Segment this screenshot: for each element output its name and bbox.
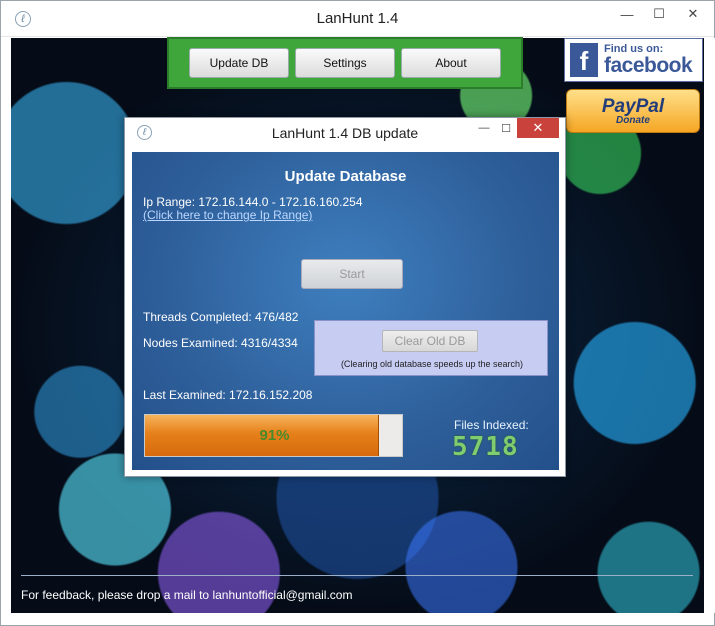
paypal-wordmark: PayPal (601, 95, 665, 117)
minimize-button[interactable]: — (612, 3, 642, 25)
about-button[interactable]: About (401, 48, 501, 78)
close-button[interactable]: ✕ (676, 3, 710, 25)
change-ip-range-link[interactable]: (Click here to change Ip Range) (143, 208, 312, 222)
clear-db-panel: Clear Old DB (Clearing old database spee… (314, 320, 548, 376)
dialog-title-bar[interactable]: ℓ LanHunt 1.4 DB update — ☐ ✕ (125, 118, 565, 148)
db-update-dialog: ℓ LanHunt 1.4 DB update — ☐ ✕ Update Dat… (124, 117, 566, 477)
top-nav-bar: Update DB Settings About (167, 37, 523, 89)
paypal-donate-button[interactable]: PayPal Donate (566, 89, 700, 133)
clear-old-db-button[interactable]: Clear Old DB (382, 330, 478, 352)
threads-completed-text: Threads Completed: 476/482 (143, 310, 299, 324)
start-button[interactable]: Start (301, 259, 403, 289)
files-indexed-count: 5718 (452, 432, 519, 462)
dialog-close-button[interactable]: ✕ (517, 118, 559, 138)
facebook-badge[interactable]: f Find us on: facebook (564, 38, 703, 82)
dialog-minimize-button[interactable]: — (473, 118, 495, 138)
files-indexed-label: Files Indexed: (454, 418, 529, 432)
progress-bar: 91% (144, 414, 403, 457)
main-window: ℓ LanHunt 1.4 — ☐ ✕ Update DB Settings A… (0, 0, 715, 626)
update-db-button[interactable]: Update DB (189, 48, 289, 78)
feedback-text: For feedback, please drop a mail to lanh… (21, 588, 353, 602)
settings-button[interactable]: Settings (295, 48, 395, 78)
ip-range-text: Ip Range: 172.16.144.0 - 172.16.160.254 (143, 195, 363, 209)
facebook-icon: f (570, 43, 598, 77)
window-edge (704, 38, 715, 613)
title-bar[interactable]: ℓ LanHunt 1.4 — ☐ ✕ (1, 1, 714, 37)
maximize-button[interactable]: ☐ (644, 3, 674, 25)
footer-divider (21, 575, 693, 576)
clear-db-note: (Clearing old database speeds up the sea… (340, 359, 524, 369)
window-controls: — ☐ ✕ (612, 3, 710, 25)
dialog-maximize-button[interactable]: ☐ (495, 118, 517, 138)
facebook-wordmark: facebook (604, 54, 693, 77)
update-database-heading: Update Database (284, 168, 407, 185)
dialog-body: Update Database Ip Range: 172.16.144.0 -… (132, 152, 559, 470)
progress-percent: 91% (259, 427, 290, 444)
window-title: LanHunt 1.4 (316, 10, 399, 27)
dialog-controls: — ☐ ✕ (473, 118, 559, 138)
nodes-examined-text: Nodes Examined: 4316/4334 (143, 336, 298, 350)
last-examined-text: Last Examined: 172.16.152.208 (143, 388, 313, 402)
paypal-donate-label: Donate (616, 114, 650, 126)
